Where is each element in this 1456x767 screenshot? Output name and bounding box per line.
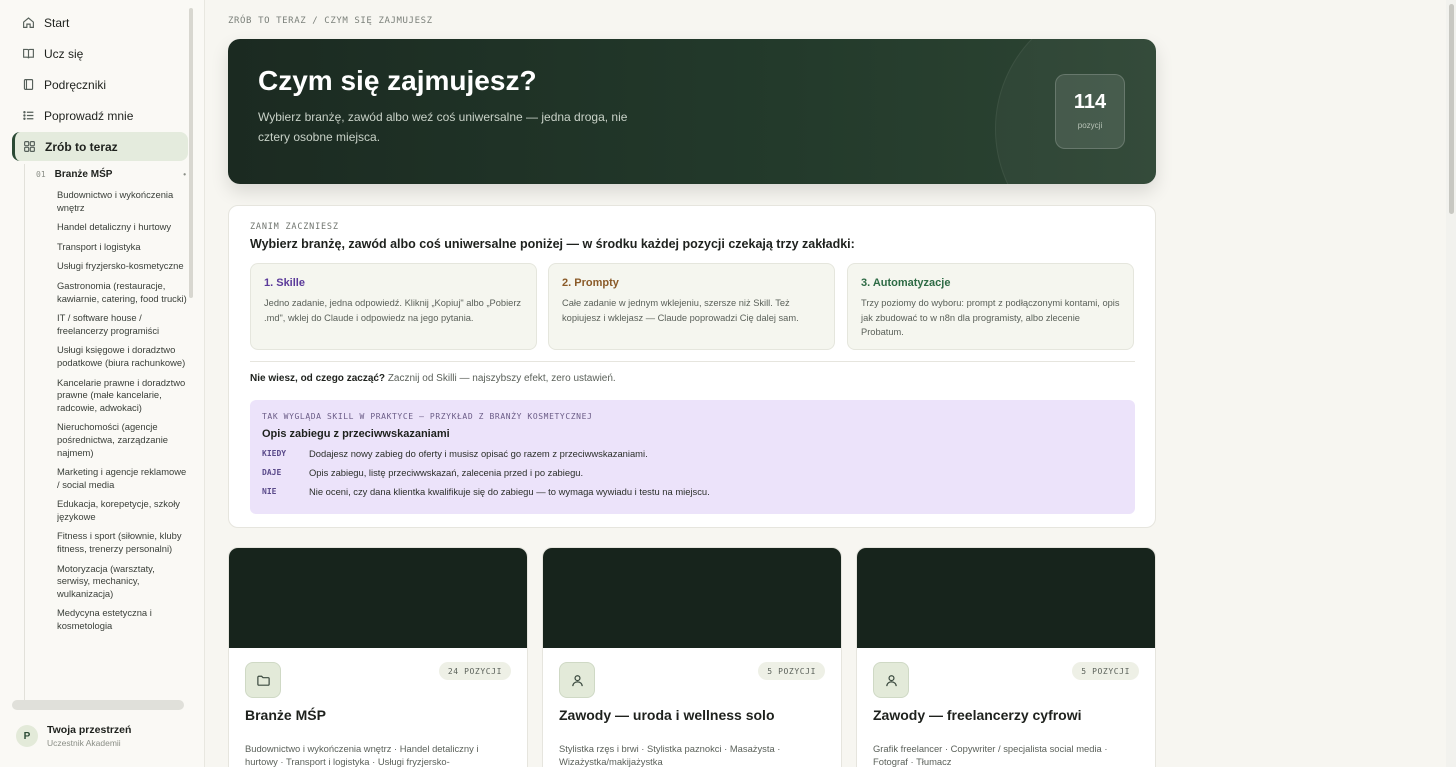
dot-icon: • <box>183 170 186 179</box>
example-row: KIEDY Dodajesz nowy zabieg do oferty i m… <box>262 448 648 459</box>
example-row: DAJE Opis zabiegu, listę przeciwwskazań,… <box>262 467 583 478</box>
count-badge: 5 POZYCJI <box>758 662 825 680</box>
tab-explainer-automations: 3. Automatyzacje Trzy poziomy do wyboru:… <box>847 263 1134 350</box>
nav-item-guide-me[interactable]: Poprowadź mnie <box>12 101 188 130</box>
grid-icon <box>22 140 36 154</box>
nav-label: Poprowadź mnie <box>44 108 134 123</box>
intro-eyebrow: ZANIM ZACZNIESZ <box>250 222 339 232</box>
divider <box>250 361 1135 362</box>
user-icon <box>559 662 595 698</box>
subnav-item[interactable]: Usługi księgowe i doradztwo podatkowe (b… <box>57 344 189 369</box>
nav-label: Podręczniki <box>44 77 107 92</box>
subnav-item[interactable]: Fitness i sport (siłownie, kluby fitness… <box>57 530 189 555</box>
sidebar-scrollbar-vertical[interactable] <box>189 8 193 298</box>
home-icon <box>21 16 35 30</box>
card-banner <box>543 548 841 648</box>
example-row-key: NIE <box>262 487 277 496</box>
avatar: P <box>16 725 38 747</box>
card-title: Zawody — freelancerzy cyfrowi <box>873 707 1082 723</box>
card-description: Stylistka rzęs i brwi · Stylistka paznok… <box>559 743 781 767</box>
card-banner <box>857 548 1155 648</box>
tab-explainer-desc: Jedno zadanie, jedna odpowiedź. Kliknij … <box>264 298 522 323</box>
nav-label: Zrób to teraz <box>45 139 118 154</box>
nav-item-learn[interactable]: Ucz się <box>12 39 188 68</box>
subnav-guide-line <box>24 164 25 704</box>
nav-item-start[interactable]: Start <box>12 8 188 37</box>
example-row-value: Nie oceni, czy dana klientka kwalifikuje… <box>309 486 710 497</box>
subnav-item[interactable]: Motoryzacja (warsztaty, serwisy, mechani… <box>57 563 189 601</box>
category-card-uroda-wellness[interactable]: 5 POZYCJI Zawody — uroda i wellness solo… <box>542 547 842 767</box>
subnav-group-header[interactable]: 01 Branże MŚP • <box>36 169 186 180</box>
user-name: Twoja przestrzeń <box>47 724 132 736</box>
card-title: Zawody — uroda i wellness solo <box>559 707 775 723</box>
book-icon <box>21 78 35 92</box>
card-description: Budownictwo i wykończenia wnętrz · Hande… <box>245 743 479 767</box>
subnav-item[interactable]: Handel detaliczny i hurtowy <box>57 221 189 234</box>
example-row-value: Dodajesz nowy zabieg do oferty i musisz … <box>309 448 648 459</box>
card-title: Branże MŚP <box>245 707 326 723</box>
subnav-item[interactable]: Gastronomia (restauracje, kawiarnie, cat… <box>57 280 189 305</box>
skill-example: TAK WYGLĄDA SKILL W PRAKTYCE — PRZYKŁAD … <box>250 400 1135 514</box>
page-scrollbar-thumb[interactable] <box>1449 4 1454 214</box>
folder-icon <box>245 662 281 698</box>
subnav-group-label: Branże MŚP <box>54 169 113 180</box>
subnav-list: Budownictwo i wykończenia wnętrz Handel … <box>57 189 189 701</box>
subnav-item[interactable]: Medycyna estetyczna i kosmetologia <box>57 607 189 632</box>
page-title: Czym się zajmujesz? <box>258 65 537 96</box>
book-open-icon <box>21 47 35 61</box>
card-banner <box>229 548 527 648</box>
tab-explainer-desc: Całe zadanie w jednym wklejeniu, szersze… <box>562 298 799 323</box>
subnav-item[interactable]: Kancelarie prawne i doradztwo prawne (ma… <box>57 377 189 415</box>
user-role: Uczestnik Akademii <box>47 738 121 748</box>
example-row: NIE Nie oceni, czy dana klientka kwalifi… <box>262 486 710 497</box>
count-badge: 24 POZYCJI <box>438 662 511 680</box>
hero-banner: Czym się zajmujesz? Wybierz branżę, zawó… <box>228 39 1156 184</box>
example-row-value: Opis zabiegu, listę przeciwwskazań, zale… <box>309 467 584 478</box>
subnav-item[interactable]: Transport i logistyka <box>57 241 189 254</box>
subnav-group-number: 01 <box>36 170 46 179</box>
breadcrumb: ZRÓB TO TERAZ / CZYM SIĘ ZAJMUJESZ <box>228 16 433 26</box>
item-counter: 114 pozycji <box>1055 74 1125 149</box>
card-description: Grafik freelancer · Copywriter / specjal… <box>873 743 1108 767</box>
start-hint: Nie wiesz, od czego zacząć? Zacznij od S… <box>250 373 616 384</box>
subnav-item[interactable]: Usługi fryzjersko-kosmetyczne <box>57 260 189 273</box>
nav-item-handbooks[interactable]: Podręczniki <box>12 70 188 99</box>
tab-explainer-prompts: 2. Prompty Całe zadanie w jednym wklejen… <box>548 263 835 350</box>
nav-label: Start <box>44 15 70 30</box>
tab-explainer-skills: 1. Skille Jedno zadanie, jedna odpowiedź… <box>250 263 537 350</box>
tab-explainer-title: 2. Prompty <box>562 277 619 289</box>
category-card-branze-msp[interactable]: 24 POZYCJI Branże MŚP Budownictwo i wyko… <box>228 547 528 767</box>
page-scrollbar[interactable] <box>1446 0 1456 767</box>
example-row-key: DAJE <box>262 468 282 477</box>
tab-explainer-title: 3. Automatyzacje <box>861 277 951 289</box>
list-icon <box>21 109 35 123</box>
category-card-freelancerzy[interactable]: 5 POZYCJI Zawody — freelancerzy cyfrowi … <box>856 547 1156 767</box>
page-description: Wybierz branżę, zawód albo weź coś uniwe… <box>258 110 628 144</box>
item-count-label: pozycji <box>1077 121 1103 130</box>
example-row-key: KIEDY <box>262 449 287 458</box>
user-icon <box>873 662 909 698</box>
user-profile[interactable]: P Twoja przestrzeń Uczestnik Akademii <box>16 724 131 748</box>
subnav-item[interactable]: IT / software house / freelancerzy progr… <box>57 312 189 337</box>
nav-label: Ucz się <box>44 46 84 61</box>
subnav-item[interactable]: Marketing i agencje reklamowe / social m… <box>57 466 189 491</box>
start-hint-text: Zacznij od Skilli — najszybszy efekt, ze… <box>387 373 616 384</box>
sidebar-scrollbar-horizontal[interactable] <box>12 700 184 710</box>
item-count: 114 <box>1073 91 1107 113</box>
start-hint-bold: Nie wiesz, od czego zacząć? <box>250 373 386 384</box>
tab-explainer-desc: Trzy poziomy do wyboru: prompt z podłącz… <box>861 298 1120 337</box>
intro-lead: Wybierz branżę, zawód albo coś uniwersal… <box>250 237 855 251</box>
intro-panel: ZANIM ZACZNIESZ Wybierz branżę, zawód al… <box>228 205 1156 528</box>
sidebar: Start Ucz się Podręczniki Poprowadź mnie… <box>0 0 205 767</box>
subnav-item[interactable]: Nieruchomości (agencje pośrednictwa, zar… <box>57 421 189 459</box>
subnav-item[interactable]: Budownictwo i wykończenia wnętrz <box>57 189 189 214</box>
count-badge: 5 POZYCJI <box>1072 662 1139 680</box>
example-eyebrow: TAK WYGLĄDA SKILL W PRAKTYCE — PRZYKŁAD … <box>262 412 593 421</box>
nav-item-do-it-now[interactable]: Zrób to teraz <box>12 132 188 161</box>
subnav-item[interactable]: Edukacja, korepetycje, szkoły językowe <box>57 498 189 523</box>
example-title: Opis zabiegu z przeciwwskazaniami <box>262 428 450 440</box>
tab-explainer-title: 1. Skille <box>264 277 305 289</box>
